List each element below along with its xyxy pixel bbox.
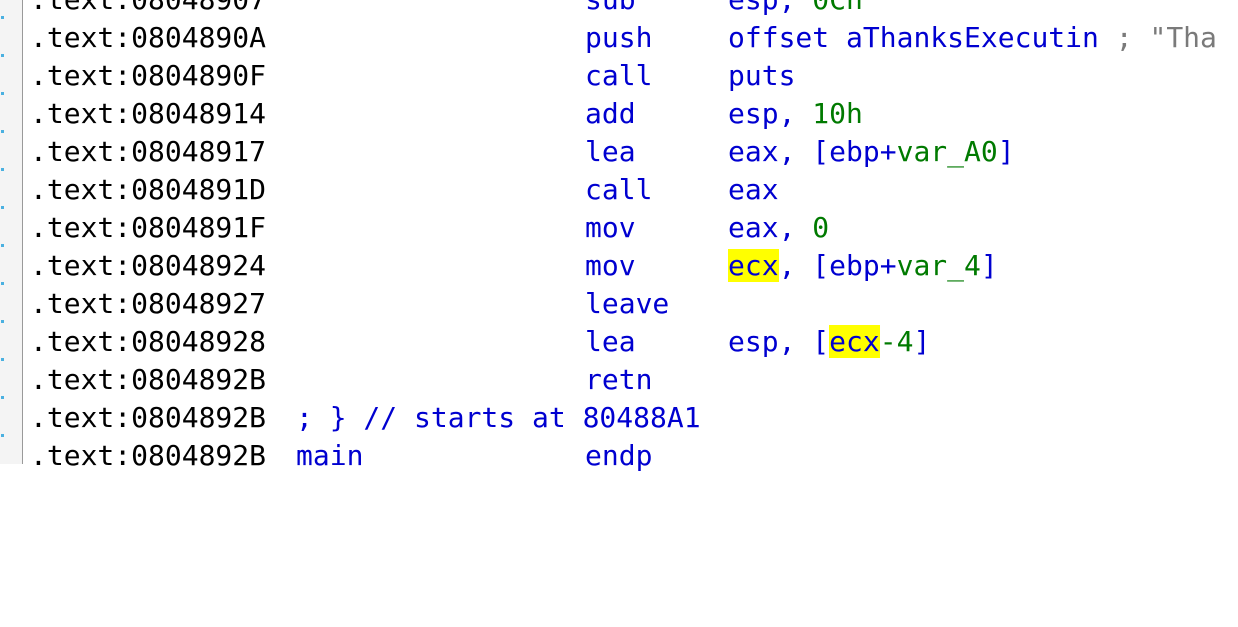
listing-line[interactable]: .text:0804890A push offset aThanksExecut… xyxy=(0,19,1238,57)
highlighted-register[interactable]: ecx xyxy=(829,325,880,358)
operand-keyword: offset xyxy=(728,21,830,54)
string-comment: "Tha xyxy=(1149,21,1217,54)
mnemonic: add xyxy=(585,97,636,130)
operand-memory-suffix: ] xyxy=(913,325,931,358)
operand-name[interactable]: puts xyxy=(728,57,795,95)
operands: esp, 10h xyxy=(728,97,863,130)
mnemonic: sub xyxy=(585,0,636,19)
operand-register[interactable]: esp xyxy=(728,97,779,130)
operand-register[interactable]: eax xyxy=(728,135,779,168)
mnemonic: leave xyxy=(585,287,670,320)
operand-immediate: 10h xyxy=(812,97,863,130)
operand-memory-suffix: ] xyxy=(997,135,1015,168)
operand-register[interactable]: esp xyxy=(728,325,779,358)
operand-register[interactable]: eax xyxy=(728,171,779,209)
listing-line[interactable]: .text:08048907 sub esp, 0Ch xyxy=(0,0,1238,19)
function-end-comment: ; } // starts at 80488A1 xyxy=(296,401,701,434)
mnemonic: mov xyxy=(585,249,636,282)
operands: eax, 0 xyxy=(728,211,830,244)
operand-immediate: 0 xyxy=(812,211,830,244)
disassembly-listing: .text:08048907 sub esp, 0Ch .text:080489… xyxy=(0,0,1238,475)
address: .text:0804892B xyxy=(30,401,267,434)
address: .text:0804890A xyxy=(30,21,267,54)
address: .text:08048927 xyxy=(30,287,267,320)
address: .text:08048907 xyxy=(30,0,266,19)
operand-stack-var[interactable]: var_4 xyxy=(897,249,981,282)
listing-line[interactable]: .text:0804892B retn xyxy=(0,361,1238,399)
operand-stack-var[interactable]: var_A0 xyxy=(897,135,998,168)
address: .text:0804890F xyxy=(30,59,267,92)
operands: esp, 0Ch xyxy=(728,0,863,19)
address: .text:08048917 xyxy=(30,135,267,168)
address: .text:08048914 xyxy=(30,97,267,130)
listing-line[interactable]: .text:0804892B ; } // starts at 80488A1 xyxy=(0,399,1238,437)
mnemonic: call xyxy=(585,59,653,92)
listing-line[interactable]: .text:0804892B main endp xyxy=(0,437,1238,475)
operands: ecx, [ebp+var_4] xyxy=(728,249,998,282)
mnemonic: push xyxy=(585,21,653,54)
operand-immediate: 0Ch xyxy=(812,0,863,16)
listing-line[interactable]: .text:0804890F call puts xyxy=(0,57,1238,95)
operands: eax, [ebp+var_A0] xyxy=(728,135,1015,168)
mnemonic: mov xyxy=(585,211,636,244)
listing-line[interactable]: .text:08048914 add esp, 10h xyxy=(0,95,1238,133)
function-label[interactable]: main xyxy=(296,437,363,475)
address: .text:08048924 xyxy=(30,249,267,282)
address: .text:0804891F xyxy=(30,211,267,244)
operands: esp, [ecx-4] xyxy=(728,325,931,358)
address: .text:0804892B xyxy=(30,439,267,472)
comment-separator: ; xyxy=(1115,21,1133,54)
mnemonic: lea xyxy=(585,325,636,358)
listing-line[interactable]: .text:08048924 mov ecx, [ebp+var_4] xyxy=(0,247,1238,285)
address: .text:0804891D xyxy=(30,173,267,206)
address: .text:08048928 xyxy=(30,325,267,358)
listing-line[interactable]: .text:08048928 lea esp, [ecx-4] xyxy=(0,323,1238,361)
operand-memory-prefix: [ebp+ xyxy=(812,135,897,168)
listing-line[interactable]: .text:0804891F mov eax, 0 xyxy=(0,209,1238,247)
operands: offset aThanksExecutin ; "Tha xyxy=(728,19,1217,57)
operand-memory-prefix: [ xyxy=(812,325,830,358)
listing-line[interactable]: .text:08048927 leave xyxy=(0,285,1238,323)
mnemonic: lea xyxy=(585,135,636,168)
operand-memory-prefix: [ebp+ xyxy=(812,249,897,282)
highlighted-register[interactable]: ecx xyxy=(728,249,779,282)
listing-line[interactable]: .text:0804891D call eax xyxy=(0,171,1238,209)
address: .text:0804892B xyxy=(30,363,267,396)
listing-line[interactable]: .text:08048917 lea eax, [ebp+var_A0] xyxy=(0,133,1238,171)
operand-memory-suffix: ] xyxy=(980,249,998,282)
operand-name[interactable]: aThanksExecutin xyxy=(846,21,1099,54)
directive: endp xyxy=(585,439,653,472)
mnemonic: call xyxy=(585,173,653,206)
mnemonic: retn xyxy=(585,363,653,396)
operand-register[interactable]: esp xyxy=(728,0,779,16)
operand-register[interactable]: eax xyxy=(728,211,779,244)
operand-displacement: -4 xyxy=(879,325,914,358)
